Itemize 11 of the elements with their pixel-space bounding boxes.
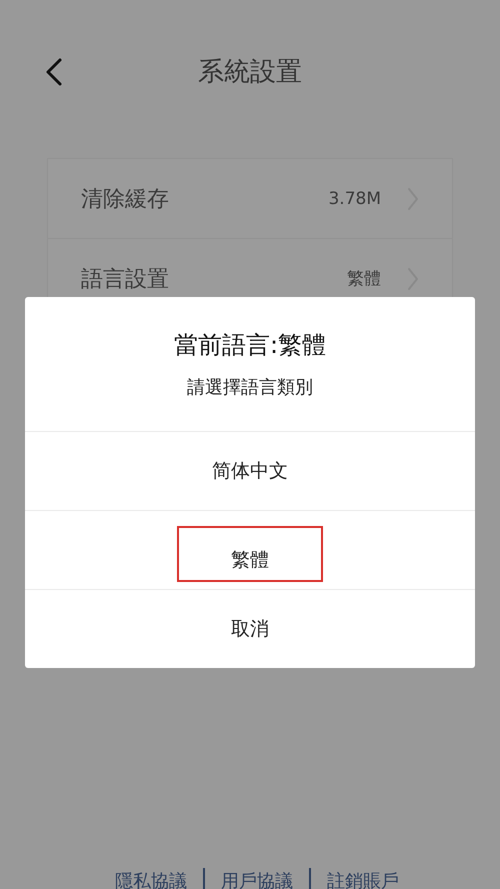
language-option[interactable]: 取消 bbox=[229, 614, 271, 644]
setting-label: 清除緩存 bbox=[81, 186, 170, 214]
dialog-subtitle: 請選擇語言類別 bbox=[187, 376, 313, 399]
dialog-title: 當前語言:繁體 bbox=[174, 330, 326, 361]
setting-value: 繁體 bbox=[347, 268, 381, 290]
back-icon bbox=[45, 57, 63, 87]
language-option[interactable]: 简体中文 bbox=[210, 456, 290, 486]
language-option[interactable]: 繁體 bbox=[177, 526, 323, 582]
setting-label: 語言設置 bbox=[81, 266, 170, 294]
setting-value: 3.78M bbox=[328, 188, 381, 208]
page-title: 系統設置 bbox=[198, 59, 302, 85]
